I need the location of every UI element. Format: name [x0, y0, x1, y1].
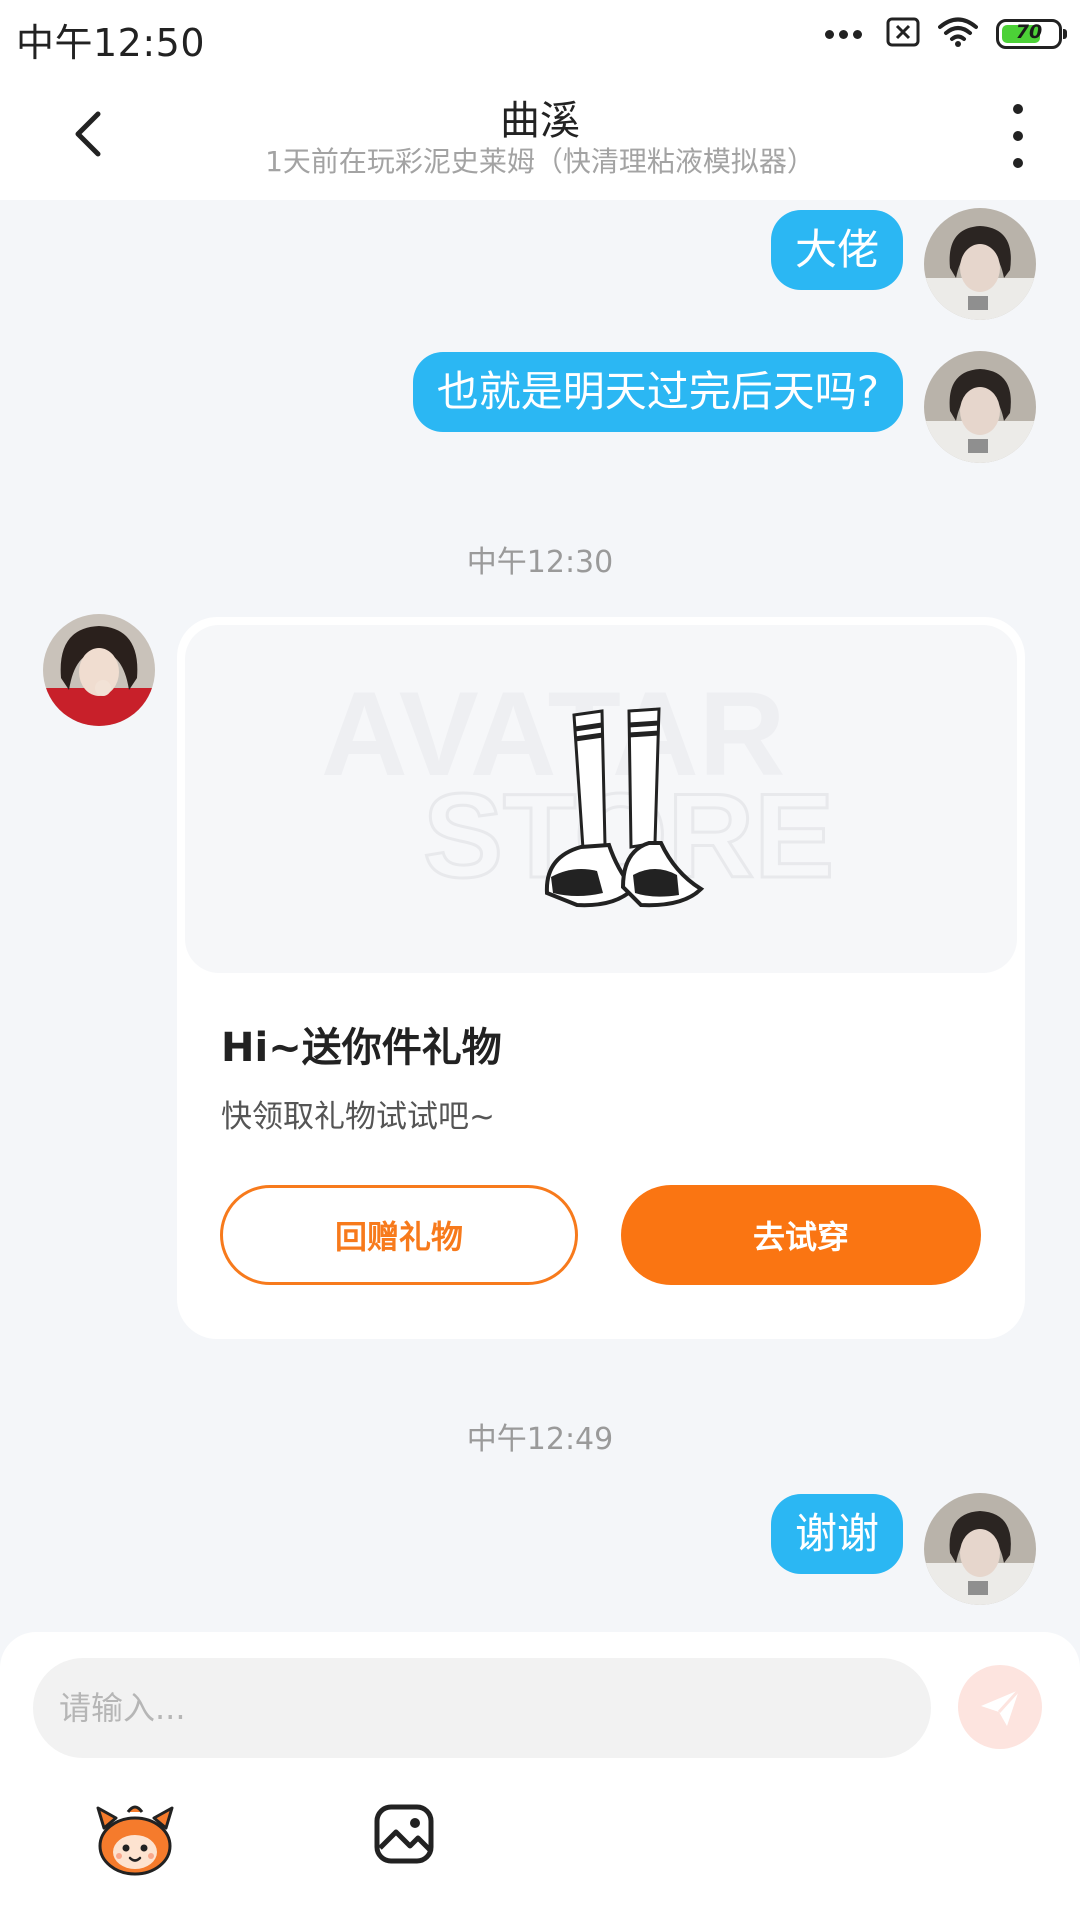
chat-subtitle: 1天前在玩彩泥史莱姆（快清理粘液模拟器）: [265, 145, 815, 178]
battery-icon: 70: [996, 19, 1067, 49]
gift-preview-image[interactable]: AVATAR STORE: [185, 625, 1017, 973]
try-on-button[interactable]: 去试穿: [621, 1185, 981, 1285]
more-options-button[interactable]: [1000, 104, 1036, 168]
image-button[interactable]: [372, 1802, 436, 1866]
outgoing-message-bubble[interactable]: 也就是明天过完后天吗?: [412, 352, 903, 432]
emoji-button[interactable]: [94, 1798, 176, 1880]
contact-avatar[interactable]: [43, 614, 155, 726]
emoji-mascot-icon: [96, 1805, 174, 1876]
battery-level: 70: [1015, 21, 1043, 43]
status-time: 中午12:50: [16, 21, 206, 65]
outgoing-message-bubble[interactable]: 谢谢: [770, 1494, 903, 1574]
more-vertical-icon: [1013, 104, 1023, 114]
gift-title: Hi~送你件礼物: [221, 1025, 502, 1071]
chat-header: 曲溪 1天前在玩彩泥史莱姆（快清理粘液模拟器）: [0, 68, 1080, 200]
send-button[interactable]: [958, 1665, 1042, 1749]
chat-title: 曲溪: [500, 98, 580, 144]
my-avatar[interactable]: [924, 351, 1036, 463]
return-gift-button[interactable]: 回赠礼物: [220, 1185, 578, 1285]
more-notifications-icon: [825, 29, 862, 39]
message-input[interactable]: [33, 1658, 931, 1758]
my-avatar[interactable]: [924, 1493, 1036, 1605]
sim-off-icon: [886, 17, 920, 51]
my-avatar[interactable]: [924, 208, 1036, 320]
send-icon: [981, 1688, 1021, 1726]
input-panel: [0, 1632, 1080, 1920]
wifi-icon: [938, 16, 978, 52]
message-timestamp: 中午12:30: [466, 545, 614, 580]
status-bar: 中午12:50 70: [0, 0, 1080, 68]
status-icons: 70: [825, 14, 1067, 54]
image-icon: [374, 1804, 434, 1864]
gift-description: 快领取礼物试试吧~: [221, 1099, 495, 1135]
message-timestamp: 中午12:49: [466, 1422, 614, 1457]
gift-card[interactable]: AVATAR STORE Hi~送你件礼物 快领取礼物试试吧~ 回赠礼物 去试穿: [177, 617, 1025, 1339]
outgoing-message-bubble[interactable]: 大佬: [770, 210, 903, 290]
